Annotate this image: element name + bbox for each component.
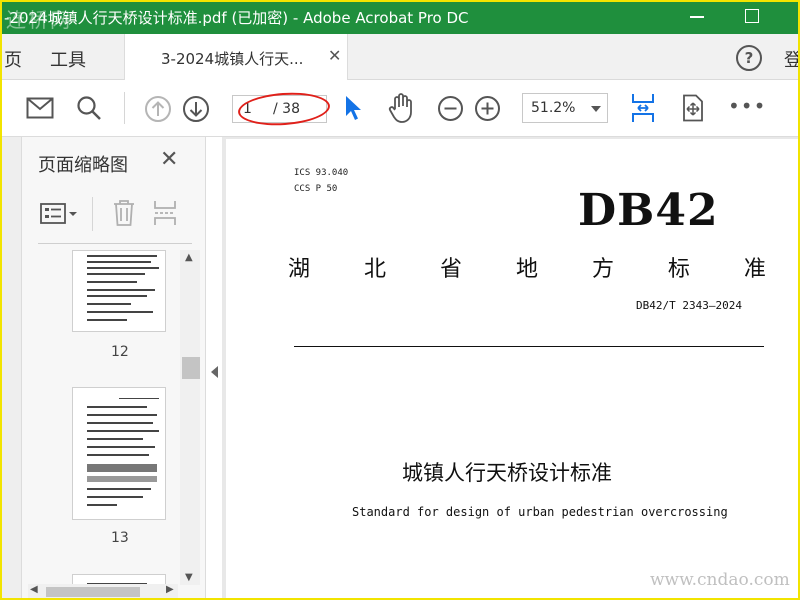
title-bar: -2024城镇人行天桥设计标准.pdf (已加密) - Adobe Acroba… [0, 0, 800, 34]
minimize-button[interactable] [688, 6, 708, 26]
maximize-button[interactable] [742, 6, 762, 26]
thumbnail-vertical-scrollbar[interactable]: ▲ ▼ [180, 250, 200, 585]
thumbnail-page-13[interactable] [72, 387, 166, 520]
ics-code: ICS 93.040 [294, 168, 349, 178]
standard-number: DB42/T 2343—2024 [636, 299, 742, 312]
window-title: -2024城镇人行天桥设计标准.pdf (已加密) - Adobe Acroba… [4, 9, 469, 27]
document-viewer[interactable]: ICS 93.040 CCS P 50 DB42 湖 北 省 地 方 标 准 D… [222, 137, 800, 600]
header-rule [294, 346, 764, 347]
document-title-cn: 城镇人行天桥设计标准 [402, 461, 612, 485]
heading-char: 方 [591, 257, 614, 282]
horizontal-scroll-thumb[interactable] [46, 587, 140, 597]
heading-char: 省 [439, 257, 462, 282]
chevron-down-icon [591, 106, 601, 112]
thumbnail-page-number: 12 [111, 344, 129, 360]
vertical-scroll-thumb[interactable] [182, 357, 200, 379]
tab-home[interactable]: 页 [4, 46, 22, 72]
email-icon[interactable] [26, 96, 54, 120]
search-icon[interactable] [76, 95, 102, 121]
tab-tools[interactable]: 工具 [50, 46, 86, 72]
panel-divider [38, 243, 192, 244]
zoom-out-icon[interactable] [437, 95, 464, 122]
zoom-value: 51.2% [531, 100, 576, 116]
fit-page-icon[interactable] [630, 92, 656, 124]
scroll-left-icon[interactable]: ◀ [30, 584, 38, 595]
thumbnail-panel: 页面缩略图 ✕ 12 13 ▲ ▼ ◀ ▶ [22, 137, 206, 600]
main-toolbar: 1 / 38 51.2% ••• [0, 80, 800, 137]
heading-char: 准 [743, 257, 766, 282]
hand-tool-icon[interactable] [386, 92, 416, 124]
full-screen-icon[interactable] [680, 94, 706, 122]
toolbar-separator [124, 92, 125, 124]
collapse-panel-icon[interactable] [211, 366, 218, 378]
thumbnail-page-number: 13 [111, 530, 129, 546]
delete-page-icon[interactable] [112, 199, 136, 231]
scroll-up-icon[interactable]: ▲ [185, 252, 193, 263]
zoom-in-icon[interactable] [474, 95, 501, 122]
next-page-icon[interactable] [182, 95, 210, 123]
panel-separator [92, 197, 93, 231]
select-pointer-icon[interactable] [344, 94, 364, 122]
province-standard-heading: 湖 北 省 地 方 标 准 [288, 251, 766, 283]
tab-document[interactable]: 3-2024城镇人行天... ✕ [124, 34, 348, 80]
tab-bar: 页 工具 3-2024城镇人行天... ✕ ? 登 [0, 34, 800, 80]
standard-code: DB42 [578, 185, 719, 236]
document-tab-label: 3-2024城镇人行天... [161, 50, 304, 68]
heading-char: 地 [515, 257, 538, 282]
thumbnail-horizontal-scrollbar[interactable]: ◀ ▶ [28, 584, 178, 600]
heading-char: 北 [363, 257, 386, 282]
previous-page-icon[interactable] [144, 95, 172, 123]
left-nav-strip [0, 137, 22, 600]
sign-in-link[interactable]: 登 [784, 46, 800, 72]
ccs-code: CCS P 50 [294, 184, 338, 194]
scroll-right-icon[interactable]: ▶ [166, 584, 174, 595]
document-page: ICS 93.040 CCS P 50 DB42 湖 北 省 地 方 标 准 D… [226, 139, 800, 600]
extract-pages-icon[interactable] [152, 199, 178, 231]
thumbnail-page-12[interactable] [72, 250, 166, 332]
heading-char: 标 [667, 257, 690, 282]
help-icon[interactable]: ? [736, 45, 762, 71]
close-panel-icon[interactable]: ✕ [160, 147, 178, 172]
heading-char: 湖 [288, 257, 311, 282]
site-watermark: 连桥网 [6, 8, 72, 32]
site-watermark-bottom: www.cndao.com [650, 570, 790, 590]
document-title-en: Standard for design of urban pedestrian … [352, 505, 728, 519]
panel-title: 页面缩略图 [38, 155, 128, 176]
options-menu-icon[interactable] [40, 203, 78, 229]
scroll-down-icon[interactable]: ▼ [185, 572, 193, 583]
more-options-icon[interactable]: ••• [728, 94, 766, 118]
zoom-select[interactable]: 51.2% [522, 93, 608, 123]
close-tab-icon[interactable]: ✕ [328, 46, 341, 65]
